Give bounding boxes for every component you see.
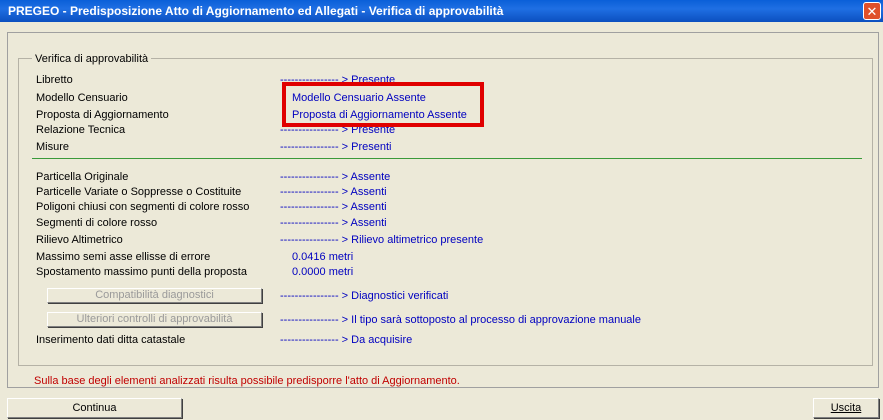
value-segmenti-rosso: ---------------- > Assenti — [280, 217, 387, 229]
value-semi-asse: 0.0416 metri — [292, 251, 354, 263]
label-relazione-tecnica: Relazione Tecnica — [36, 124, 126, 136]
label-semi-asse: Massimo semi asse ellisse di errore — [36, 251, 211, 263]
continue-label: Continua — [72, 402, 117, 414]
window-titlebar: PREGEO - Predisposizione Atto di Aggiorn… — [0, 0, 883, 22]
highlight-box — [282, 82, 484, 127]
label-libretto: Libretto — [36, 74, 73, 86]
value-rilievo-altimetrico: ---------------- > Rilievo altimetrico p… — [280, 234, 484, 246]
value-inserimento-ditta: ---------------- > Da acquisire — [280, 334, 413, 346]
value-particelle-variate: ---------------- > Assenti — [280, 186, 387, 198]
ulteriori-controlli-button[interactable]: Ulteriori controlli di approvabilità — [47, 312, 262, 327]
value-misure: ---------------- > Presenti — [280, 141, 392, 153]
value-controlli: ---------------- > Il tipo sarà sottopos… — [280, 314, 641, 326]
close-icon: ✕ — [866, 4, 878, 19]
value-diagnostici: ---------------- > Diagnostici verificat… — [280, 290, 449, 302]
value-particella-originale: ---------------- > Assente — [280, 171, 391, 183]
label-misure: Misure — [36, 141, 70, 153]
status-message: Sulla base degli elementi analizzati ris… — [34, 375, 460, 387]
label-segmenti-rosso: Segmenti di colore rosso — [36, 217, 158, 229]
continue-button[interactable]: Continua — [7, 398, 182, 418]
exit-button[interactable]: Uscita — [813, 398, 879, 418]
label-modello-censuario: Modello Censuario — [36, 92, 128, 104]
exit-label: Uscita — [830, 402, 862, 414]
label-rilievo-altimetrico: Rilievo Altimetrico — [36, 234, 123, 246]
compatibilita-diagnostici-button[interactable]: Compatibilità diagnostici — [47, 288, 262, 303]
section-divider — [32, 158, 862, 159]
label-particella-originale: Particella Originale — [36, 171, 129, 183]
label-poligoni-chiusi: Poligoni chiusi con segmenti di colore r… — [36, 201, 250, 213]
close-button[interactable]: ✕ — [863, 2, 881, 20]
window-title: PREGEO - Predisposizione Atto di Aggiorn… — [8, 4, 504, 18]
label-proposta-aggiornamento: Proposta di Aggiornamento — [36, 109, 169, 121]
label-particelle-variate: Particelle Variate o Soppresse o Costitu… — [36, 186, 242, 198]
value-poligoni-chiusi: ---------------- > Assenti — [280, 201, 387, 213]
label-inserimento-ditta: Inserimento dati ditta catastale — [36, 334, 186, 346]
group-title: Verifica di approvabilità — [32, 54, 152, 65]
label-spostamento-massimo: Spostamento massimo punti della proposta — [36, 266, 247, 278]
value-spostamento-massimo: 0.0000 metri — [292, 266, 354, 278]
